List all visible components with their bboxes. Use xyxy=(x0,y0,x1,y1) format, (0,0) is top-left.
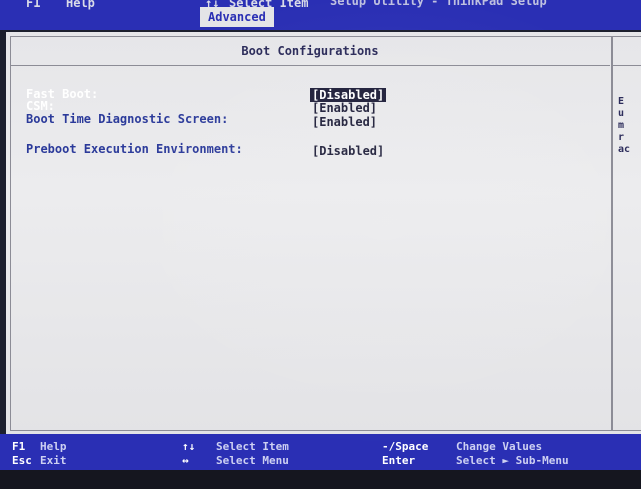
boot-time-diagnostic-label: Boot Time Diagnostic Screen: xyxy=(26,112,229,126)
bottom-key-legend: F1 Help Esc Exit ↑↓ Select Item ↔ Select… xyxy=(0,434,641,470)
top-help-label: Help xyxy=(66,0,95,10)
boot-configurations-panel: Boot Configurations Fast Boot: [Disabled… xyxy=(6,32,641,434)
boot-time-diagnostic-value[interactable]: [Enabled] xyxy=(312,115,377,129)
change-values-label: Change Values xyxy=(456,440,543,453)
tab-advanced[interactable]: Advanced xyxy=(200,7,274,27)
help-text-line: u xyxy=(618,108,625,119)
f1-help-label: Help xyxy=(40,440,67,453)
select-item-label: Select Item xyxy=(216,440,289,453)
help-text-line: m xyxy=(618,120,625,131)
fast-boot-value[interactable]: [Disabled] xyxy=(310,88,387,102)
preboot-execution-value[interactable]: [Disabled] xyxy=(312,144,384,158)
enter-key: Enter xyxy=(382,454,416,467)
bios-screen: F1 Help ↑↓ Select Item Setup Utility - T… xyxy=(0,0,641,489)
monitor-bezel xyxy=(0,470,641,489)
leftright-arrows-key: ↔ xyxy=(182,454,189,467)
updown-arrows-key: ↑↓ xyxy=(182,440,196,453)
help-text-line: ac xyxy=(618,144,631,155)
help-text-line: r xyxy=(618,132,625,143)
esc-key: Esc xyxy=(12,454,32,467)
f1-key: F1 xyxy=(12,440,26,453)
panel-title: Boot Configurations xyxy=(10,37,610,66)
csm-label: CSM: xyxy=(26,99,55,113)
help-column-header xyxy=(613,37,641,66)
help-text-line: E xyxy=(618,96,625,107)
select-menu-label: Select Menu xyxy=(216,454,289,467)
esc-exit-label: Exit xyxy=(40,454,67,467)
top-help-key: F1 xyxy=(26,0,41,10)
help-column: E u m r ac xyxy=(612,36,641,431)
space-key: -/Space xyxy=(382,440,429,453)
utility-title: Setup Utility - ThinkPad Setup xyxy=(330,0,547,8)
preboot-execution-label: Preboot Execution Environment: xyxy=(26,142,243,156)
select-sub-menu-label: Select ► Sub-Menu xyxy=(456,454,569,467)
top-menu-bar: F1 Help ↑↓ Select Item Setup Utility - T… xyxy=(0,0,641,30)
csm-value[interactable]: [Enabled] xyxy=(312,101,377,115)
